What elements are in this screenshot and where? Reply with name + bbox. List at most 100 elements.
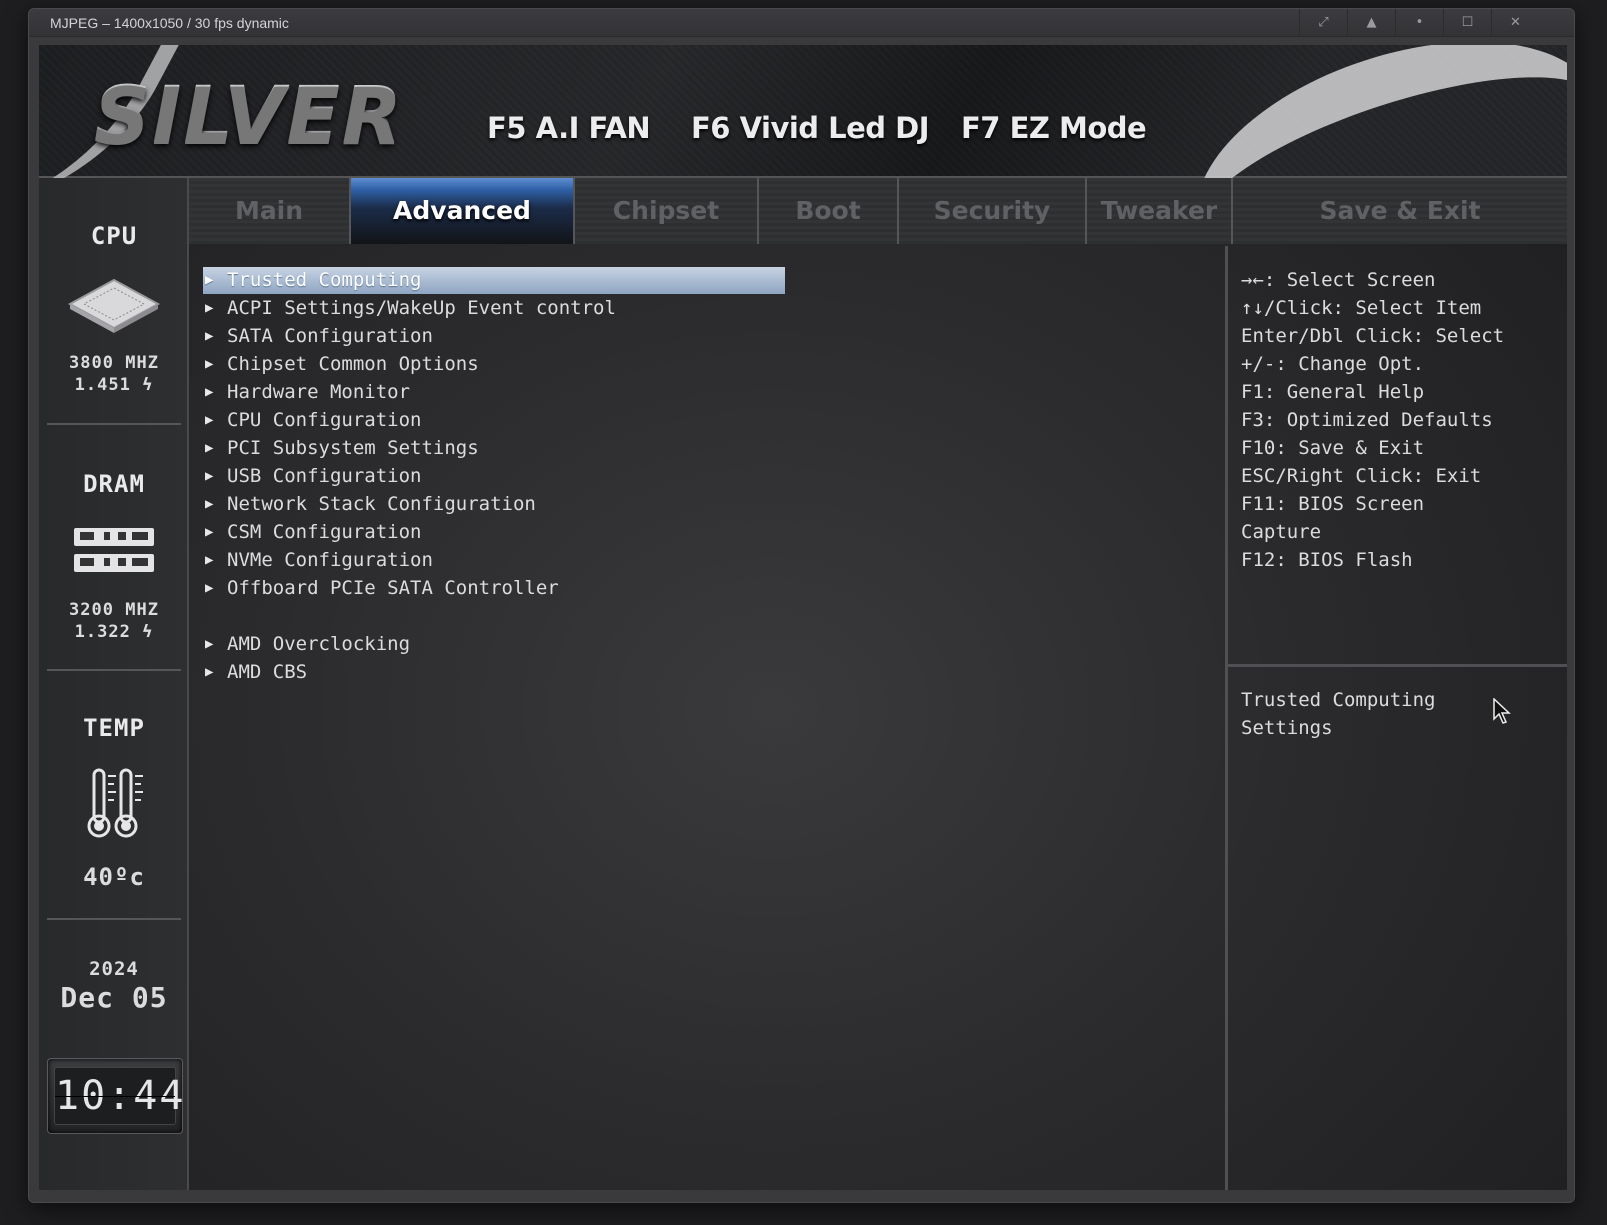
menu-item-label: PCI Subsystem Settings xyxy=(227,437,479,459)
arrow-right-icon: ▶ xyxy=(205,412,214,428)
menu-item-label: USB Configuration xyxy=(227,465,422,487)
temp-label: TEMP xyxy=(83,714,145,742)
help-line: ESC/Right Click: Exit xyxy=(1241,465,1482,487)
arrow-right-icon: ▶ xyxy=(205,664,214,680)
menu-item-label: AMD CBS xyxy=(227,661,308,683)
menu-item-label: CSM Configuration xyxy=(227,521,422,543)
arrow-right-icon: ▶ xyxy=(205,580,214,596)
help-line: F11: BIOS Screen xyxy=(1241,493,1425,515)
hotkey-ai-fan[interactable]: F5 A.I FAN xyxy=(487,111,651,145)
cpu-icon xyxy=(67,278,161,333)
menu-item-acpi-settings[interactable]: ▶ ACPI Settings/WakeUp Event control xyxy=(203,295,785,322)
help-line: Enter/Dbl Click: Select xyxy=(1241,325,1505,347)
arrow-right-icon: ▶ xyxy=(205,440,214,456)
menu-item-label: CPU Configuration xyxy=(227,409,422,431)
menu-item-csm-configuration[interactable]: ▶ CSM Configuration xyxy=(203,519,785,546)
menu-item-label: Hardware Monitor xyxy=(227,381,411,403)
temp-value: 40ºc xyxy=(83,863,145,891)
cpu-voltage: 1.451 ϟ xyxy=(74,375,154,395)
help-line: →←: Select Screen xyxy=(1241,269,1436,291)
brand-logo: SILVER xyxy=(94,71,404,161)
status-sidebar: CPU 3800 MHZ 1.451 ϟ DRAM 3200 MHZ 1.322… xyxy=(39,178,189,1190)
banner: SILVER F5 A.I FAN F6 Vivid Led DJ F7 EZ … xyxy=(39,45,1567,335)
tab-main[interactable]: Main xyxy=(189,178,351,244)
viewer-titlebar[interactable]: MJPEG – 1400x1050 / 30 fps dynamic ⤢ ▲ •… xyxy=(29,9,1574,37)
menu-item-sata-configuration[interactable]: ▶ SATA Configuration xyxy=(203,323,785,350)
tab-boot[interactable]: Boot xyxy=(759,178,899,244)
help-line: Capture xyxy=(1241,521,1322,543)
menu-item-pci-subsystem[interactable]: ▶ PCI Subsystem Settings xyxy=(203,435,785,462)
menu-item-label: Offboard PCIe SATA Controller xyxy=(227,577,559,599)
tab-security[interactable]: Security xyxy=(899,178,1087,244)
arrow-right-icon: ▶ xyxy=(205,496,214,512)
arrow-right-icon: ▶ xyxy=(205,468,214,484)
dot-icon[interactable]: • xyxy=(1395,9,1443,37)
viewer-title: MJPEG – 1400x1050 / 30 fps dynamic xyxy=(50,15,289,31)
dram-voltage: 1.322 ϟ xyxy=(74,622,154,642)
clock-time: 10:44 xyxy=(54,1067,183,1125)
sidebar-divider xyxy=(47,423,181,425)
help-line: +/-: Change Opt. xyxy=(1241,353,1425,375)
thermometer-icon xyxy=(87,768,143,838)
tab-save-exit[interactable]: Save & Exit xyxy=(1233,178,1567,244)
help-divider xyxy=(1228,664,1567,667)
item-description: Settings xyxy=(1241,717,1333,739)
tab-advanced[interactable]: Advanced xyxy=(351,178,575,244)
sidebar-divider xyxy=(47,918,181,920)
help-line: F1: General Help xyxy=(1241,381,1425,403)
advanced-menu: ▶ Trusted Computing ▶ ACPI Settings/WakeUp… xyxy=(191,246,1225,1190)
menu-item-offboard-pcie-sata[interactable]: ▶ Offboard PCIe SATA Controller xyxy=(203,575,785,602)
help-panel: →←: Select Screen ↑↓/Click: Select Item … xyxy=(1225,246,1567,1190)
arrow-right-icon: ▶ xyxy=(205,272,214,288)
expand-icon[interactable]: ⤢ xyxy=(1299,9,1347,37)
viewer-window: MJPEG – 1400x1050 / 30 fps dynamic ⤢ ▲ •… xyxy=(28,8,1575,1203)
menu-item-label: Trusted Computing xyxy=(227,269,422,291)
menu-item-cpu-configuration[interactable]: ▶ CPU Configuration xyxy=(203,407,785,434)
help-line: F10: Save & Exit xyxy=(1241,437,1425,459)
cpu-frequency: 3800 MHZ xyxy=(69,353,159,373)
menu-item-label: Chipset Common Options xyxy=(227,353,479,375)
arrow-right-icon: ▶ xyxy=(205,636,214,652)
arrow-right-icon: ▶ xyxy=(205,524,214,540)
menu-item-chipset-common-options[interactable]: ▶ Chipset Common Options xyxy=(203,351,785,378)
clock: 10:44 xyxy=(47,1058,183,1134)
menu-item-label: Network Stack Configuration xyxy=(227,493,536,515)
menu-item-hardware-monitor[interactable]: ▶ Hardware Monitor xyxy=(203,379,785,406)
arrow-right-icon: ▶ xyxy=(205,356,214,372)
close-icon[interactable]: ✕ xyxy=(1491,9,1539,37)
dram-label: DRAM xyxy=(83,470,145,498)
cpu-label: CPU xyxy=(90,222,138,250)
menu-item-network-stack[interactable]: ▶ Network Stack Configuration xyxy=(203,491,785,518)
dram-icon xyxy=(74,528,154,572)
menu-item-label: SATA Configuration xyxy=(227,325,433,347)
tab-bar: Main Advanced Chipset Boot Security Twea… xyxy=(189,178,1567,244)
arrow-right-icon: ▶ xyxy=(205,384,214,400)
menu-item-label: ACPI Settings/WakeUp Event control xyxy=(227,297,616,319)
eject-icon[interactable]: ▲ xyxy=(1347,9,1395,37)
arrow-right-icon: ▶ xyxy=(205,328,214,344)
menu-item-amd-cbs[interactable]: ▶ AMD CBS xyxy=(203,659,785,686)
dram-frequency: 3200 MHZ xyxy=(69,600,159,620)
arrow-right-icon: ▶ xyxy=(205,300,214,316)
hotkey-ez-mode[interactable]: F7 EZ Mode xyxy=(961,111,1147,145)
date-year: 2024 xyxy=(89,958,139,980)
menu-item-usb-configuration[interactable]: ▶ USB Configuration xyxy=(203,463,785,490)
hotkey-vivid-led[interactable]: F6 Vivid Led DJ xyxy=(691,111,930,145)
menu-item-label: AMD Overclocking xyxy=(227,633,411,655)
maximize-icon[interactable]: ☐ xyxy=(1443,9,1491,37)
mouse-cursor-icon xyxy=(1493,698,1511,724)
menu-item-trusted-computing[interactable]: ▶ Trusted Computing xyxy=(203,267,785,294)
bios-screen: SILVER F5 A.I FAN F6 Vivid Led DJ F7 EZ … xyxy=(39,45,1567,1190)
menu-item-label: NVMe Configuration xyxy=(227,549,433,571)
date-day: Dec 05 xyxy=(60,981,168,1014)
menu-item-amd-overclocking[interactable]: ▶ AMD Overclocking xyxy=(203,631,785,658)
item-description: Trusted Computing xyxy=(1241,689,1436,711)
help-line: F3: Optimized Defaults xyxy=(1241,409,1493,431)
menu-item-nvme-configuration[interactable]: ▶ NVMe Configuration xyxy=(203,547,785,574)
arrow-right-icon: ▶ xyxy=(205,552,214,568)
tab-tweaker[interactable]: Tweaker xyxy=(1087,178,1233,244)
help-line: ↑↓/Click: Select Item xyxy=(1241,297,1482,319)
sidebar-divider xyxy=(47,669,181,671)
tab-chipset[interactable]: Chipset xyxy=(575,178,759,244)
help-line: F12: BIOS Flash xyxy=(1241,549,1413,571)
